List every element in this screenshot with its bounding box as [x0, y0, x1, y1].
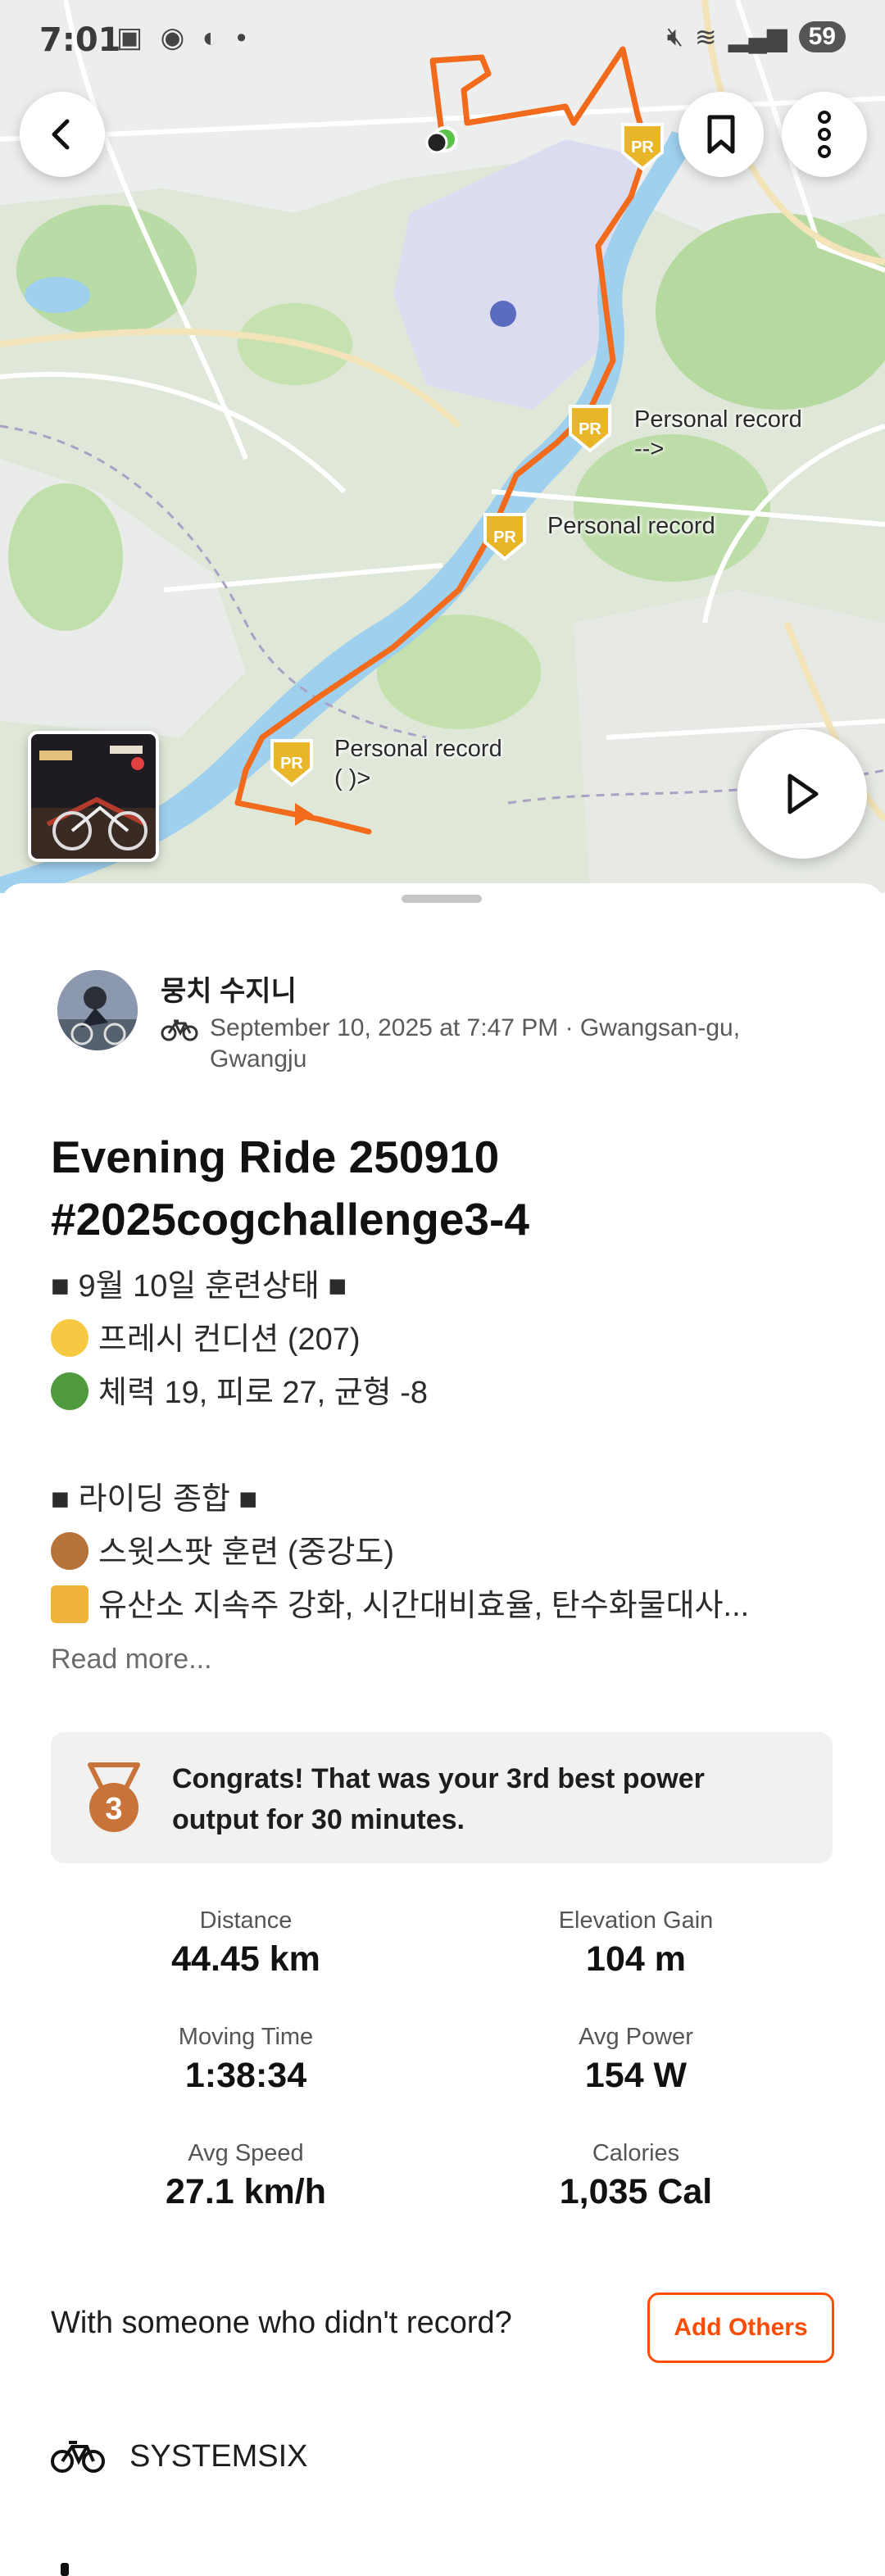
- status-bar: 7:01 ▣ ◉ ◐ • 🔇︎ ≋ ▂▄▆ 59: [0, 0, 885, 79]
- stat-label: Avg Power: [579, 2024, 693, 2050]
- activity-date-location: September 10, 2025 at 7:47 PM · Gwangsan…: [210, 1014, 741, 1073]
- activity-map[interactable]: PR PR PR PR Personal record --> Personal…: [0, 0, 885, 893]
- medal-icon: 3: [88, 1762, 140, 1832]
- pr-marker-icon[interactable]: PR: [616, 120, 669, 172]
- stat-value: 104 m: [586, 1939, 686, 1979]
- description-text: 체력 19, 피로 27, 균형 -8: [98, 1376, 428, 1410]
- stat-value: 1,035 Cal: [559, 2172, 713, 2211]
- stat-distance: Distance 44.45 km: [82, 1907, 410, 1980]
- stat-label: Distance: [199, 1907, 293, 1934]
- back-button[interactable]: [20, 92, 105, 177]
- play-icon: [787, 773, 819, 814]
- activity-details-sheet: 뭉치 수지니 September 10, 2025 at 7:47 PM · G…: [0, 883, 885, 2576]
- svg-text:PR: PR: [579, 420, 601, 438]
- activity-title: Evening Ride 250910 #2025cogchallenge3-4: [51, 1132, 529, 1245]
- neutral-face-icon: [51, 1319, 88, 1357]
- achievement-card[interactable]: 3 Congrats! That was your 3rd best power…: [51, 1732, 833, 1863]
- description-line: ■ 9월 10일 훈련상태 ■: [51, 1260, 837, 1313]
- description-text: ■ 라이딩 종합 ■: [51, 1482, 258, 1517]
- stat-value: 44.45 km: [171, 1939, 320, 1979]
- description-line: 프레시 컨디션 (207): [51, 1313, 837, 1367]
- save-route-button[interactable]: [678, 92, 764, 177]
- athlete-name[interactable]: 뭉치 수지니: [161, 968, 297, 1009]
- label-icon: [51, 1585, 88, 1623]
- description-text: 프레시 컨디션 (207): [98, 1322, 361, 1357]
- bike-icon: [161, 1019, 198, 1041]
- description-line: 유산소 지속주 강화, 시간대비효율, 탄수화물대사...: [51, 1580, 837, 1633]
- medal-rank: 3: [105, 1792, 122, 1826]
- bike-icon: [51, 2441, 105, 2473]
- athlete-photo-icon: [57, 970, 138, 1050]
- battery-level: 59: [798, 21, 846, 52]
- activity-photo-thumbnail[interactable]: [28, 731, 159, 862]
- description-line: 체력 19, 피로 27, 균형 -8: [51, 1367, 837, 1420]
- bookmark-icon: [707, 115, 735, 154]
- svg-text:PR: PR: [493, 528, 516, 546]
- sheet-drag-handle[interactable]: [402, 895, 482, 903]
- gear-name: SYSTEMSIX: [129, 2438, 308, 2474]
- pr-marker-icon[interactable]: PR: [564, 401, 616, 454]
- avatar[interactable]: [57, 970, 138, 1050]
- chevron-left-icon: [52, 119, 70, 150]
- stat-calories: Calories 1,035 Cal: [472, 2140, 800, 2212]
- read-more-link[interactable]: Read more...: [51, 1644, 212, 1676]
- next-section-icon: [61, 2563, 69, 2576]
- description-line: 스윗스팟 훈련 (중강도): [51, 1526, 837, 1580]
- pr-marker-icon[interactable]: PR: [479, 510, 531, 562]
- pr-marker-icon[interactable]: PR: [266, 736, 318, 788]
- stat-value: 1:38:34: [184, 2056, 307, 2095]
- mute-icon: 🔇︎: [666, 21, 683, 51]
- svg-text:PR: PR: [631, 138, 654, 156]
- notification-icons: ▣ ◉ ◐ •: [116, 22, 252, 53]
- with-someone-prompt: With someone who didn't record?: [51, 2306, 512, 2340]
- status-time: 7:01: [39, 21, 121, 59]
- more-vertical-icon: [818, 111, 831, 158]
- stat-label: Elevation Gain: [558, 1907, 714, 1934]
- svg-text:PR: PR: [280, 755, 303, 773]
- add-others-button[interactable]: Add Others: [647, 2293, 834, 2363]
- pr-label: Personal record: [547, 513, 715, 539]
- description-text: 유산소 지속주 강화, 시간대비효율, 탄수화물대사...: [98, 1589, 750, 1623]
- stat-value: 27.1 km/h: [166, 2172, 326, 2211]
- signal-icon: ▂▄▆: [728, 22, 787, 52]
- horse-icon: [51, 1532, 88, 1570]
- stat-elevation-gain: Elevation Gain 104 m: [472, 1907, 800, 1980]
- description-text: ■ 9월 10일 훈련상태 ■: [51, 1269, 347, 1304]
- flyover-play-button[interactable]: [738, 729, 867, 859]
- pr-label: Personal record ( )>: [334, 736, 502, 791]
- stat-avg-power: Avg Power 154 W: [472, 2024, 800, 2096]
- more-options-button[interactable]: [782, 92, 867, 177]
- achievement-text: Congrats! That was your 3rd best power o…: [172, 1763, 705, 1835]
- wifi-icon: ≋: [694, 22, 717, 52]
- stat-value: 154 W: [584, 2056, 688, 2095]
- description-text: 스윗스팟 훈련 (중강도): [98, 1535, 395, 1570]
- stat-label: Calories: [592, 2140, 680, 2166]
- stat-label: Moving Time: [178, 2024, 314, 2050]
- description-line: ■ 라이딩 종합 ■: [51, 1473, 837, 1526]
- description-line: [51, 1420, 837, 1473]
- ride-photo-icon: [31, 734, 156, 859]
- gear-row[interactable]: SYSTEMSIX: [51, 2438, 308, 2474]
- tree-icon: [51, 1372, 88, 1410]
- status-right: 🔇︎ ≋ ▂▄▆ 59: [667, 21, 846, 52]
- stat-moving-time: Moving Time 1:38:34: [82, 2024, 410, 2096]
- stat-avg-speed: Avg Speed 27.1 km/h: [82, 2140, 410, 2212]
- stat-label: Avg Speed: [188, 2140, 304, 2166]
- activity-meta: September 10, 2025 at 7:47 PM · Gwangsan…: [161, 1013, 800, 1075]
- pr-label: Personal record -->: [634, 406, 802, 462]
- activity-description: ■ 9월 10일 훈련상태 ■ 프레시 컨디션 (207) 체력 19, 피로 …: [51, 1260, 837, 1633]
